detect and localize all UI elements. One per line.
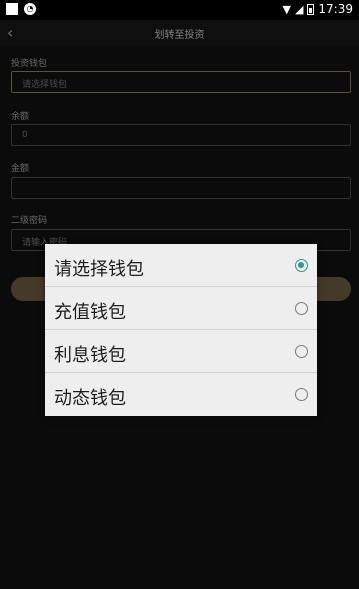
wallet-option[interactable]: 动态钱包	[45, 373, 317, 416]
radio-unselected-icon[interactable]	[295, 345, 308, 358]
radio-selected-icon[interactable]	[295, 259, 308, 272]
signal-icon: ◢	[294, 2, 304, 16]
wallet-option-label: 充值钱包	[54, 302, 126, 323]
wallet-option-label: 动态钱包	[54, 388, 126, 409]
status-time: 17:39	[318, 2, 353, 16]
wallet-option[interactable]: 请选择钱包	[45, 244, 317, 287]
notification-app-icon: ◔	[24, 3, 36, 15]
app-screen: ◔ ▼ ◢ 17:39 ‹ 划转至投资 投资钱包 请选择钱包 余额 0 金额 二…	[0, 0, 359, 589]
wallet-option-label: 利息钱包	[54, 345, 126, 366]
wallet-picker-dialog: 请选择钱包 充值钱包 利息钱包 动态钱包	[45, 244, 317, 416]
wallet-option[interactable]: 充值钱包	[45, 287, 317, 330]
wallet-option[interactable]: 利息钱包	[45, 330, 317, 373]
wallet-option-label: 请选择钱包	[54, 259, 144, 280]
wifi-icon: ▼	[282, 2, 291, 16]
battery-icon	[307, 3, 315, 15]
notification-square-icon	[6, 3, 18, 15]
radio-unselected-icon[interactable]	[295, 388, 308, 401]
radio-unselected-icon[interactable]	[295, 302, 308, 315]
status-bar: ◔ ▼ ◢ 17:39	[0, 0, 359, 20]
